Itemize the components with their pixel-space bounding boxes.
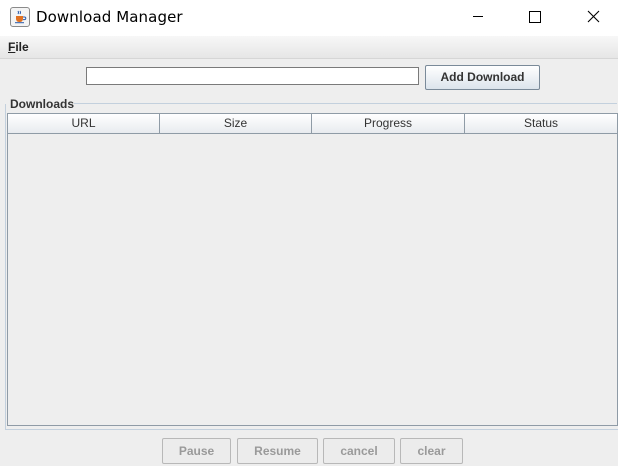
java-cup-icon (10, 7, 30, 27)
menu-file[interactable]: File (8, 40, 29, 54)
menu-file-label: ile (15, 40, 29, 54)
downloads-group-title: Downloads (10, 97, 75, 111)
column-header-url[interactable]: URL (8, 114, 160, 133)
group-border-bottom (5, 429, 618, 430)
title-bar: Download Manager (0, 0, 618, 36)
menu-bar: File (0, 36, 618, 59)
maximize-icon (529, 11, 541, 23)
column-header-size[interactable]: Size (160, 114, 312, 133)
column-header-progress[interactable]: Progress (312, 114, 465, 133)
cancel-button[interactable]: cancel (323, 438, 395, 464)
resume-button[interactable]: Resume (237, 438, 318, 464)
close-button[interactable] (562, 0, 618, 34)
group-border-left (5, 104, 6, 429)
window-title: Download Manager (36, 8, 183, 26)
pause-button[interactable]: Pause (162, 438, 231, 464)
downloads-table[interactable]: URL Size Progress Status (7, 113, 618, 426)
group-border-top (74, 103, 617, 104)
clear-button[interactable]: clear (400, 438, 463, 464)
add-download-button[interactable]: Add Download (425, 65, 540, 90)
maximize-button[interactable] (506, 0, 562, 34)
minimize-button[interactable] (450, 0, 506, 34)
close-icon (587, 10, 600, 23)
column-header-status[interactable]: Status (465, 114, 617, 133)
table-header: URL Size Progress Status (8, 114, 617, 134)
minimize-icon (473, 16, 483, 17)
url-input[interactable] (86, 67, 419, 85)
